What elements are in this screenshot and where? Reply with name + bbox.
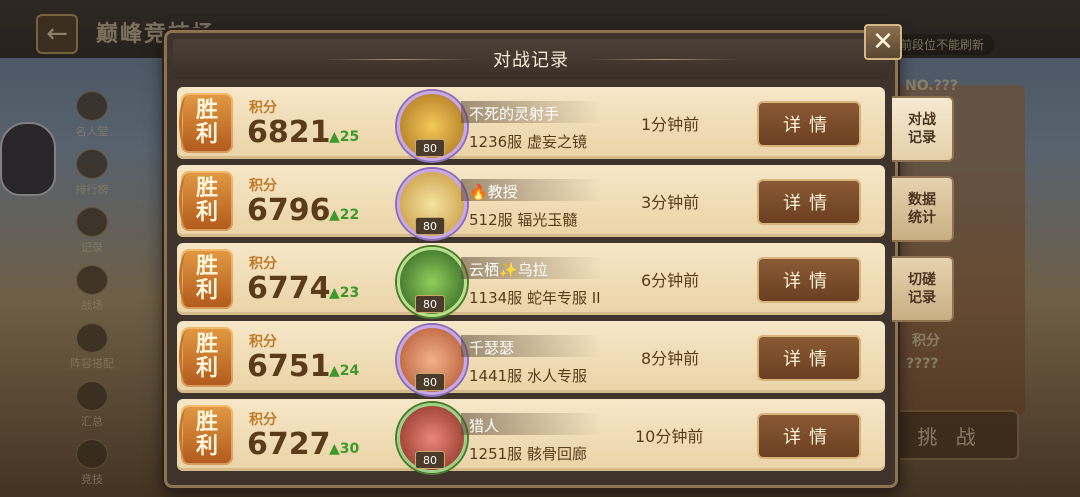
- level-badge: 80: [415, 373, 445, 391]
- level-badge: 80: [415, 295, 445, 313]
- record-row: 胜 利 积分 6727 ▲30 80 猎人 1251服 骸骨回廊 10分钟前 详…: [177, 399, 885, 473]
- player-name: 不死的灵射手: [469, 105, 560, 123]
- result-bottom: 利: [195, 200, 218, 225]
- result-bottom: 利: [195, 356, 218, 381]
- victory-badge: 胜 利: [179, 405, 233, 465]
- victory-badge: 胜 利: [179, 249, 233, 309]
- tab-battle-record[interactable]: 对战 记录: [892, 96, 954, 162]
- score-label: 积分: [249, 100, 277, 116]
- level-badge: 80: [415, 451, 445, 469]
- score-value: 6821: [247, 115, 331, 150]
- result-top: 胜: [195, 176, 218, 201]
- player-name: 🔥教授: [469, 183, 518, 201]
- record-time: 10分钟前: [635, 427, 704, 446]
- result-top: 胜: [195, 254, 218, 279]
- laurel-icon: [179, 409, 194, 461]
- score-delta: ▲24: [329, 363, 360, 379]
- score-delta: ▲22: [329, 207, 360, 223]
- score-label: 积分: [249, 334, 277, 350]
- record-row: 胜 利 积分 6821 ▲25 80 不死的灵射手 1236服 虚妄之镜 1分钟…: [177, 87, 885, 161]
- result-bottom: 利: [195, 122, 218, 147]
- title-ornament-left: [323, 59, 473, 60]
- player-server: 512服 辐光玉髓: [469, 211, 578, 229]
- player-name: 云栖✨乌拉: [469, 261, 548, 279]
- victory-badge: 胜 利: [179, 93, 233, 153]
- result-top: 胜: [195, 98, 218, 123]
- level-badge: 80: [415, 139, 445, 157]
- score-delta: ▲25: [329, 129, 360, 145]
- detail-button[interactable]: 详情: [757, 101, 861, 147]
- laurel-icon: [179, 253, 194, 305]
- player-server: 1134服 蛇年专服 II: [469, 289, 601, 307]
- record-list: 胜 利 积分 6821 ▲25 80 不死的灵射手 1236服 虚妄之镜 1分钟…: [177, 87, 885, 477]
- player-server: 1441服 水人专服: [469, 367, 587, 385]
- laurel-icon: [179, 97, 194, 149]
- arrow-up-icon: ▲: [329, 207, 340, 223]
- arrow-up-icon: ▲: [329, 363, 340, 379]
- score-value: 6751: [247, 349, 331, 384]
- tab-label: 数据 统计: [908, 192, 936, 226]
- arrow-up-icon: ▲: [329, 441, 340, 457]
- record-time: 6分钟前: [641, 271, 700, 290]
- score-value: 6774: [247, 271, 331, 306]
- score-label: 积分: [249, 412, 277, 428]
- score-value: 6796: [247, 193, 331, 228]
- player-name: 千瑟瑟: [469, 339, 515, 357]
- arrow-up-icon: ▲: [329, 285, 340, 301]
- player-server: 1251服 骸骨回廊: [469, 445, 587, 463]
- detail-button[interactable]: 详情: [757, 335, 861, 381]
- detail-button[interactable]: 详情: [757, 179, 861, 225]
- record-time: 3分钟前: [641, 193, 700, 212]
- modal-header: 对战记录: [173, 39, 889, 79]
- score-delta: ▲30: [329, 441, 360, 457]
- player-server: 1236服 虚妄之镜: [469, 133, 587, 151]
- record-row: 胜 利 积分 6796 ▲22 80 🔥教授 512服 辐光玉髓 3分钟前 详情: [177, 165, 885, 239]
- laurel-icon: [179, 175, 194, 227]
- result-bottom: 利: [195, 278, 218, 303]
- result-top: 胜: [195, 332, 218, 357]
- score-value: 6727: [247, 427, 331, 462]
- level-badge: 80: [415, 217, 445, 235]
- modal-title: 对战记录: [493, 50, 569, 71]
- detail-button[interactable]: 详情: [757, 257, 861, 303]
- victory-badge: 胜 利: [179, 327, 233, 387]
- score-label: 积分: [249, 256, 277, 272]
- title-ornament-right: [589, 59, 739, 60]
- score-label: 积分: [249, 178, 277, 194]
- tab-sparring-record[interactable]: 切磋 记录: [892, 256, 954, 322]
- laurel-icon: [179, 331, 194, 383]
- result-top: 胜: [195, 410, 218, 435]
- victory-badge: 胜 利: [179, 171, 233, 231]
- record-time: 1分钟前: [641, 115, 700, 134]
- record-row: 胜 利 积分 6751 ▲24 80 千瑟瑟 1441服 水人专服 8分钟前 详…: [177, 321, 885, 395]
- player-name: 猎人: [469, 417, 500, 435]
- record-time: 8分钟前: [641, 349, 700, 368]
- battle-record-modal: 对战记录 胜 利 积分 6821 ▲25 80 不死的灵射手 1236服 虚妄之…: [164, 30, 898, 488]
- tab-data-stats[interactable]: 数据 统计: [892, 176, 954, 242]
- tab-label: 对战 记录: [908, 112, 936, 146]
- close-icon[interactable]: ✕: [864, 24, 902, 60]
- result-bottom: 利: [195, 434, 218, 459]
- record-row: 胜 利 积分 6774 ▲23 80 云栖✨乌拉 1134服 蛇年专服 II 6…: [177, 243, 885, 317]
- score-delta: ▲23: [329, 285, 360, 301]
- detail-button[interactable]: 详情: [757, 413, 861, 459]
- tab-label: 切磋 记录: [908, 272, 936, 306]
- arrow-up-icon: ▲: [329, 129, 340, 145]
